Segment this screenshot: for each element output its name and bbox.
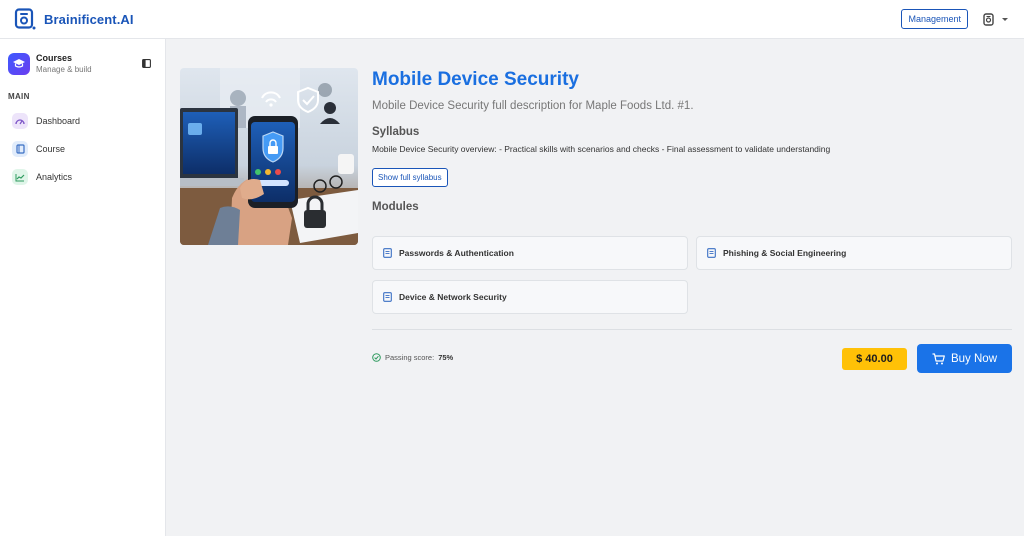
passing-score: Passing score: 75%: [372, 353, 453, 362]
chevron-down-icon: [1002, 17, 1008, 21]
gauge-icon: [12, 113, 28, 129]
module-label: Phishing & Social Engineering: [723, 248, 847, 258]
document-icon: [707, 248, 716, 258]
course-cover-illustration: [180, 68, 358, 245]
check-circle-icon: [372, 353, 381, 362]
modules-heading: Modules: [372, 201, 419, 213]
sidebar-item-label: Analytics: [36, 172, 73, 182]
sidebar-subtitle: Manage & build: [36, 65, 92, 74]
sidebar-item-label: Course: [36, 144, 66, 154]
sidebar-item-label: Dashboard: [36, 116, 81, 126]
brand-name: Brainificent.AI: [44, 11, 134, 27]
buy-now-button[interactable]: Buy Now: [917, 344, 1012, 373]
user-avatar-icon: [983, 12, 994, 26]
top-navbar: Brainificent.AI Management: [0, 0, 1024, 39]
module-card[interactable]: Passwords & Authentication: [372, 236, 688, 270]
document-icon: [383, 248, 392, 258]
cart-icon: [932, 352, 945, 364]
module-card[interactable]: Phishing & Social Engineering: [696, 236, 1012, 270]
course-cover-image: [180, 68, 358, 245]
buy-now-label: Buy Now: [950, 352, 998, 365]
course-description: Mobile Device Security full description …: [372, 100, 694, 112]
sidebar-section-main: MAIN: [8, 92, 30, 101]
brand[interactable]: Brainificent.AI: [14, 8, 134, 30]
course-title: Mobile Device Security: [372, 69, 579, 90]
module-label: Device & Network Security: [399, 292, 507, 302]
module-label: Passwords & Authentication: [399, 248, 514, 258]
sidebar-item-analytics[interactable]: Analytics: [0, 163, 165, 191]
show-full-syllabus-button[interactable]: Show full syllabus: [372, 168, 448, 187]
sidebar-toggle-icon[interactable]: [142, 59, 151, 68]
passing-score-label: Passing score:: [385, 353, 435, 362]
management-button[interactable]: Management: [901, 9, 968, 29]
price-badge: $ 40.00: [842, 348, 907, 370]
graduation-cap-icon: [8, 52, 30, 75]
course-details: Mobile Device Security Mobile Device Sec…: [372, 68, 1012, 213]
book-icon: [12, 141, 28, 157]
sidebar-item-course[interactable]: Course: [0, 135, 165, 163]
sidebar-item-dashboard[interactable]: Dashboard: [0, 107, 165, 135]
syllabus-text: Mobile Device Security overview: - Pract…: [372, 144, 831, 154]
passing-score-value: 75%: [438, 353, 454, 362]
chart-line-icon: [12, 169, 28, 185]
user-menu[interactable]: [982, 12, 1008, 26]
module-card[interactable]: Device & Network Security: [372, 280, 688, 314]
syllabus-heading: Syllabus: [372, 126, 420, 138]
divider: [372, 329, 1012, 330]
document-icon: [383, 292, 392, 302]
sidebar: Courses Manage & build MAIN Dashboard Co…: [0, 39, 166, 536]
main-content: Mobile Device Security Mobile Device Sec…: [166, 39, 1024, 536]
sidebar-title: Courses: [36, 53, 73, 63]
sidebar-header: Courses Manage & build: [0, 39, 165, 76]
brand-logo-icon: [14, 8, 36, 30]
